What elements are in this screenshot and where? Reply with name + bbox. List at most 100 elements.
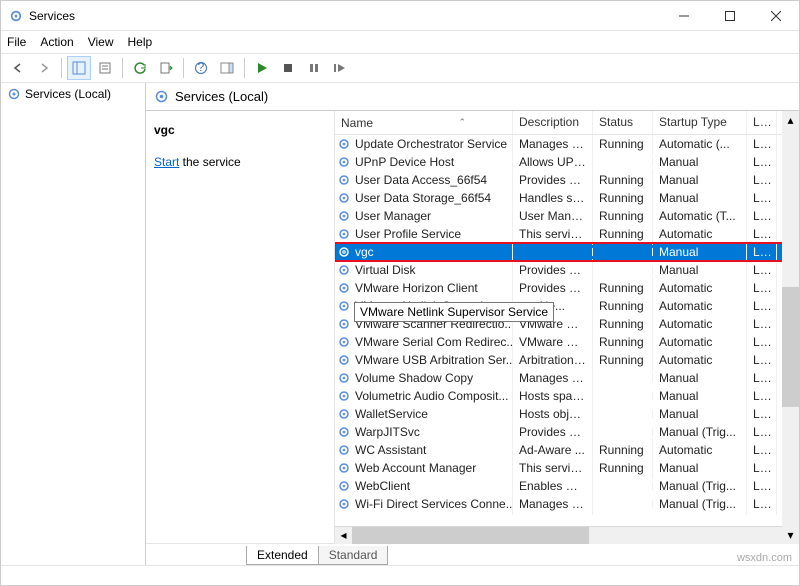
window-controls <box>661 1 799 31</box>
selected-service-name: vgc <box>154 123 326 137</box>
service-status <box>593 482 653 490</box>
help-button[interactable]: ? <box>189 56 213 80</box>
tree-item-label: Services (Local) <box>25 87 111 101</box>
svg-text:?: ? <box>198 61 205 74</box>
service-name: vgc <box>355 245 374 259</box>
col-logon[interactable]: Log <box>747 111 777 134</box>
properties-button[interactable] <box>93 56 117 80</box>
toolbar-separator <box>122 58 123 78</box>
service-status: Running <box>593 457 653 479</box>
service-name: Volume Shadow Copy <box>355 371 473 385</box>
main-body: Services (Local) Services (Local) vgc St… <box>1 83 799 565</box>
service-status <box>593 266 653 274</box>
title-bar: Services <box>1 1 799 31</box>
window-title: Services <box>29 9 661 23</box>
tab-standard[interactable]: Standard <box>318 546 389 565</box>
gear-icon <box>337 281 351 295</box>
col-name[interactable]: Name⌃ <box>335 111 513 134</box>
scroll-track[interactable] <box>352 527 782 544</box>
rows-container[interactable]: Update Orchestrator ServiceManages W...R… <box>335 135 799 526</box>
service-name: WC Assistant <box>355 443 426 457</box>
scroll-up-icon[interactable]: ▴ <box>782 111 799 128</box>
gear-icon <box>337 173 351 187</box>
start-service-button[interactable] <box>250 56 274 80</box>
gear-icon <box>337 209 351 223</box>
stop-service-button[interactable] <box>276 56 300 80</box>
scroll-down-icon[interactable]: ▾ <box>782 526 799 543</box>
service-status: Running <box>593 349 653 371</box>
refresh-button[interactable] <box>128 56 152 80</box>
forward-button[interactable] <box>32 56 56 80</box>
scroll-thumb[interactable] <box>352 527 589 544</box>
column-headers[interactable]: Name⌃ Description Status Startup Type Lo… <box>335 111 799 135</box>
app-icon <box>9 9 23 23</box>
split-area: vgc Start the service Name⌃ Description … <box>146 111 799 543</box>
service-status <box>593 410 653 418</box>
col-startup-type[interactable]: Startup Type <box>653 111 747 134</box>
scroll-left-icon[interactable]: ◂ <box>335 527 352 544</box>
gear-icon <box>337 371 351 385</box>
service-description <box>513 248 593 256</box>
service-name: Update Orchestrator Service <box>355 137 507 151</box>
service-row[interactable]: Wi-Fi Direct Services Conne...Manages co… <box>335 495 799 513</box>
gear-icon <box>337 461 351 475</box>
service-name: User Data Storage_66f54 <box>355 191 491 205</box>
content-pane: Services (Local) vgc Start the service N… <box>146 83 799 565</box>
gear-icon <box>337 245 351 259</box>
service-name: Virtual Disk <box>355 263 415 277</box>
service-name: User Data Access_66f54 <box>355 173 487 187</box>
service-name: VMware Serial Com Redirec... <box>355 335 513 349</box>
service-name: Wi-Fi Direct Services Conne... <box>355 497 513 511</box>
gear-icon <box>337 443 351 457</box>
gear-icon <box>337 353 351 367</box>
tree-item-services-local[interactable]: Services (Local) <box>1 85 145 103</box>
horizontal-scrollbar[interactable]: ◂ ▸ <box>335 526 799 543</box>
back-button[interactable] <box>6 56 30 80</box>
col-description[interactable]: Description <box>513 111 593 134</box>
service-status: Running <box>593 223 653 245</box>
content-header: Services (Local) <box>146 83 799 111</box>
service-name: VMware Horizon Client <box>355 281 478 295</box>
export-list-button[interactable] <box>154 56 178 80</box>
service-name: Web Account Manager <box>355 461 476 475</box>
service-name: WebClient <box>355 479 410 493</box>
scroll-thumb[interactable] <box>782 287 799 406</box>
service-status <box>593 158 653 166</box>
menu-file[interactable]: File <box>7 35 26 49</box>
gear-icon <box>337 191 351 205</box>
content-header-label: Services (Local) <box>175 89 268 104</box>
col-status[interactable]: Status <box>593 111 653 134</box>
start-service-link[interactable]: Start <box>154 155 179 169</box>
tab-extended[interactable]: Extended <box>246 546 319 565</box>
show-hide-action-button[interactable] <box>215 56 239 80</box>
service-action-line: Start the service <box>154 155 326 169</box>
service-description: Manages co... <box>513 493 593 515</box>
show-hide-tree-button[interactable] <box>67 56 91 80</box>
detail-pane: vgc Start the service <box>146 111 334 543</box>
service-name: Volumetric Audio Composit... <box>355 389 508 403</box>
gear-icon <box>337 497 351 511</box>
menu-help[interactable]: Help <box>128 35 153 49</box>
tree-pane[interactable]: Services (Local) <box>1 83 146 565</box>
menu-bar: File Action View Help <box>1 31 799 53</box>
gear-icon <box>337 155 351 169</box>
menu-action[interactable]: Action <box>40 35 73 49</box>
scroll-track[interactable] <box>782 128 799 526</box>
service-list: Name⌃ Description Status Startup Type Lo… <box>334 111 799 543</box>
tooltip: VMware Netlink Supervisor Service <box>354 302 554 322</box>
close-button[interactable] <box>753 1 799 31</box>
service-status <box>593 374 653 382</box>
watermark: wsxdn.com <box>737 552 792 564</box>
service-name: WarpJITSvc <box>355 425 420 439</box>
vertical-scrollbar[interactable]: ▴ ▾ <box>782 111 799 543</box>
pause-service-button[interactable] <box>302 56 326 80</box>
status-bar <box>1 565 799 585</box>
service-status <box>593 248 653 256</box>
menu-view[interactable]: View <box>88 35 114 49</box>
sort-indicator-icon: ⌃ <box>458 117 466 128</box>
restart-service-button[interactable] <box>328 56 352 80</box>
minimize-button[interactable] <box>661 1 707 31</box>
maximize-button[interactable] <box>707 1 753 31</box>
gear-icon <box>337 299 351 313</box>
toolbar-separator <box>61 58 62 78</box>
